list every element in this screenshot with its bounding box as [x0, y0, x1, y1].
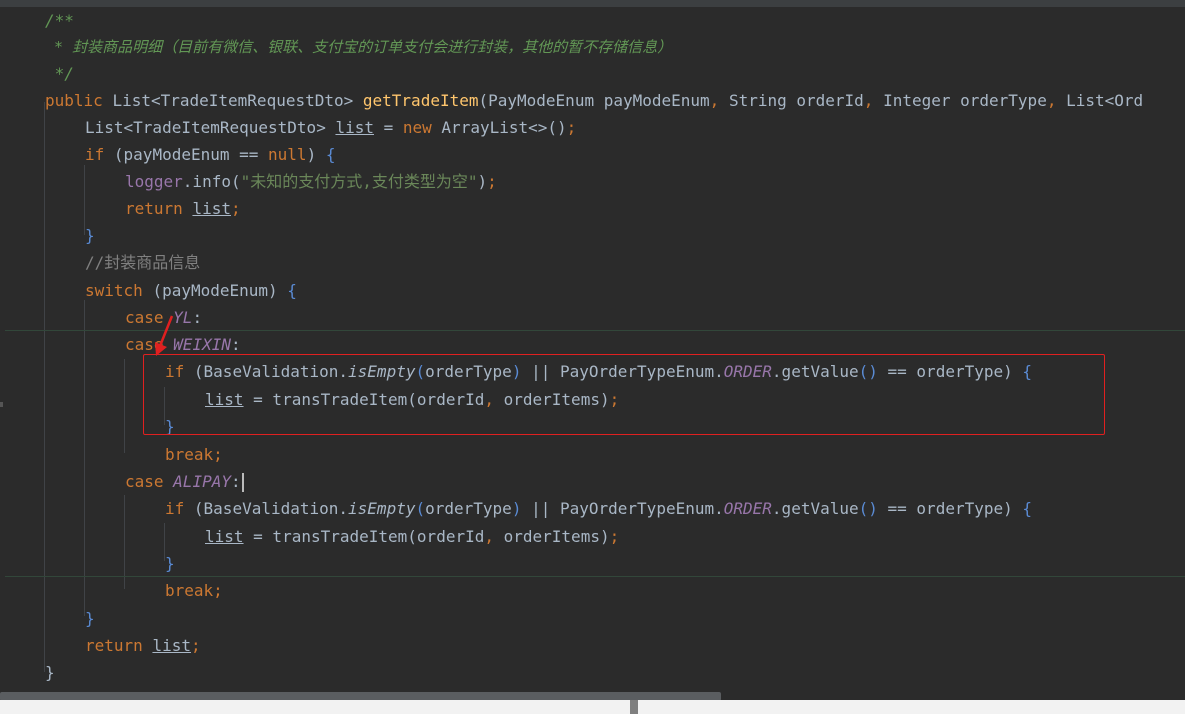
annotation-highlight-box [143, 354, 1105, 435]
statement: return list; [85, 636, 201, 655]
code-line[interactable]: public List<TradeItemRequestDto> getTrad… [45, 87, 1143, 114]
statement: return list; [125, 199, 241, 218]
indent-guide [124, 359, 125, 453]
code-line[interactable]: case ALIPAY: [125, 468, 244, 495]
statement: logger.info("未知的支付方式,支付类型为空"); [125, 172, 497, 191]
code-line[interactable]: //封装商品信息 [85, 249, 200, 276]
doc-comment: /** [45, 11, 74, 30]
doc-comment: */ [45, 64, 74, 83]
code-line[interactable]: return list; [125, 195, 241, 222]
statement: switch (payModeEnum) { [85, 281, 297, 300]
closing-brace: } [85, 609, 95, 628]
code-line[interactable]: List<TradeItemRequestDto> list = new Arr… [85, 114, 576, 141]
statement: case ALIPAY: [125, 472, 241, 491]
code-line[interactable]: */ [45, 60, 74, 87]
indent-guide [124, 495, 125, 589]
method-signature: public List<TradeItemRequestDto> getTrad… [45, 91, 1144, 110]
break-keyword: break; [165, 581, 223, 600]
editor-top-bar [0, 0, 1185, 7]
gutter-marker [0, 402, 3, 407]
code-line[interactable]: break; [165, 577, 223, 604]
line-comment: //封装商品信息 [85, 253, 201, 272]
statement: if (BaseValidation.isEmpty(orderType) ||… [165, 499, 1033, 518]
break-keyword: break; [165, 445, 223, 464]
code-line[interactable]: if (BaseValidation.isEmpty(orderType) ||… [165, 495, 1032, 522]
code-line[interactable]: if (payModeEnum == null) { [85, 141, 335, 168]
closing-brace: } [85, 226, 95, 245]
code-line[interactable]: break; [165, 441, 223, 468]
closing-brace: } [165, 554, 175, 573]
code-line[interactable]: /** [45, 7, 74, 34]
code-line[interactable]: switch (payModeEnum) { [85, 277, 297, 304]
bottom-panel [0, 700, 1185, 714]
code-line[interactable]: } [85, 605, 95, 632]
indent-guide [44, 102, 45, 672]
code-line[interactable]: logger.info("未知的支付方式,支付类型为空"); [125, 168, 497, 195]
closing-brace: } [45, 663, 55, 682]
code-line[interactable]: * 封装商品明细（目前有微信、银联、支付宝的订单支付会进行封装，其他的暂不存储信… [45, 33, 672, 60]
text-cursor [241, 473, 244, 492]
statement: list = transTradeItem(orderId, orderItem… [205, 527, 620, 546]
code-line[interactable]: } [165, 550, 175, 577]
panel-divider[interactable] [630, 700, 638, 714]
statement: if (payModeEnum == null) { [85, 145, 336, 164]
code-line[interactable]: return list; [85, 632, 201, 659]
code-line[interactable]: list = transTradeItem(orderId, orderItem… [205, 523, 619, 550]
statement: List<TradeItemRequestDto> list = new Arr… [85, 118, 577, 137]
indent-guide [84, 300, 85, 616]
statement: case WEIXIN: [125, 335, 241, 354]
doc-comment: * 封装商品明细（目前有微信、银联、支付宝的订单支付会进行封装，其他的暂不存储信… [45, 38, 673, 56]
code-line[interactable]: } [85, 222, 95, 249]
annotation-arrow-icon [155, 315, 174, 356]
code-line[interactable]: } [45, 659, 55, 686]
